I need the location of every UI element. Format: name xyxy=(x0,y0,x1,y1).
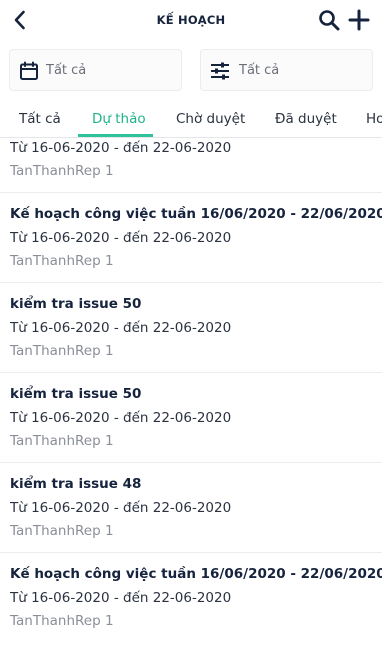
item-title: Kế hoạch công việc tuần 16/06/2020 - 22/… xyxy=(10,566,382,582)
item-owner: TanThanhRep 1 xyxy=(10,253,114,269)
tab-all[interactable]: Tất cả xyxy=(19,111,61,127)
list-item[interactable]: kiểm tra issue 50 Từ 16-06-2020 - đến 22… xyxy=(0,373,382,463)
tab-pending[interactable]: Chờ duyệt xyxy=(176,111,245,127)
item-owner: TanThanhRep 1 xyxy=(10,163,114,179)
item-date-range: Từ 16-06-2020 - đến 22-06-2020 xyxy=(10,590,232,606)
item-title: kiểm tra issue 50 xyxy=(10,296,142,312)
list-item[interactable]: Kế hoạch công việc tuần 16/06/2020 - 22/… xyxy=(0,553,382,643)
date-filter-button[interactable]: Tất cả xyxy=(9,49,182,91)
item-title: kiểm tra issue 50 xyxy=(10,386,142,402)
tab-approved[interactable]: Đã duyệt xyxy=(275,111,337,127)
list-item[interactable]: Từ 16-06-2020 - đến 22-06-2020 TanThanhR… xyxy=(0,138,382,193)
item-title: kiểm tra issue 48 xyxy=(10,476,142,492)
date-filter-label: Tất cả xyxy=(46,63,87,78)
item-title: Kế hoạch công việc tuần 16/06/2020 - 22/… xyxy=(10,206,382,222)
status-filter-label: Tất cả xyxy=(239,63,280,78)
status-filter-button[interactable]: Tất cả xyxy=(200,49,373,91)
active-tab-indicator xyxy=(78,134,153,137)
calendar-icon xyxy=(18,60,40,82)
item-date-range: Từ 16-06-2020 - đến 22-06-2020 xyxy=(10,500,232,516)
item-date-range: Từ 16-06-2020 - đến 22-06-2020 xyxy=(10,140,232,156)
sliders-icon xyxy=(209,60,231,82)
tab-draft[interactable]: Dự thảo xyxy=(92,111,146,127)
item-owner: TanThanhRep 1 xyxy=(10,343,114,359)
item-owner: TanThanhRep 1 xyxy=(10,523,114,539)
tab-more[interactable]: Ho xyxy=(366,111,382,127)
app-header: KẾ HOẠCH xyxy=(0,0,382,42)
status-tabs: Tất cả Dự thảo Chờ duyệt Đã duyệt Ho xyxy=(0,100,382,138)
plan-list: Từ 16-06-2020 - đến 22-06-2020 TanThanhR… xyxy=(0,138,382,660)
search-icon[interactable] xyxy=(317,8,341,32)
plus-icon[interactable] xyxy=(347,8,371,32)
item-date-range: Từ 16-06-2020 - đến 22-06-2020 xyxy=(10,410,232,426)
item-date-range: Từ 16-06-2020 - đến 22-06-2020 xyxy=(10,230,232,246)
list-item[interactable]: Kế hoạch công việc tuần 16/06/2020 - 22/… xyxy=(0,193,382,283)
item-owner: TanThanhRep 1 xyxy=(10,433,114,449)
list-item[interactable]: kiểm tra issue 48 Từ 16-06-2020 - đến 22… xyxy=(0,463,382,553)
list-item[interactable]: kiểm tra issue 50 Từ 16-06-2020 - đến 22… xyxy=(0,283,382,373)
item-owner: TanThanhRep 1 xyxy=(10,613,114,629)
item-date-range: Từ 16-06-2020 - đến 22-06-2020 xyxy=(10,320,232,336)
